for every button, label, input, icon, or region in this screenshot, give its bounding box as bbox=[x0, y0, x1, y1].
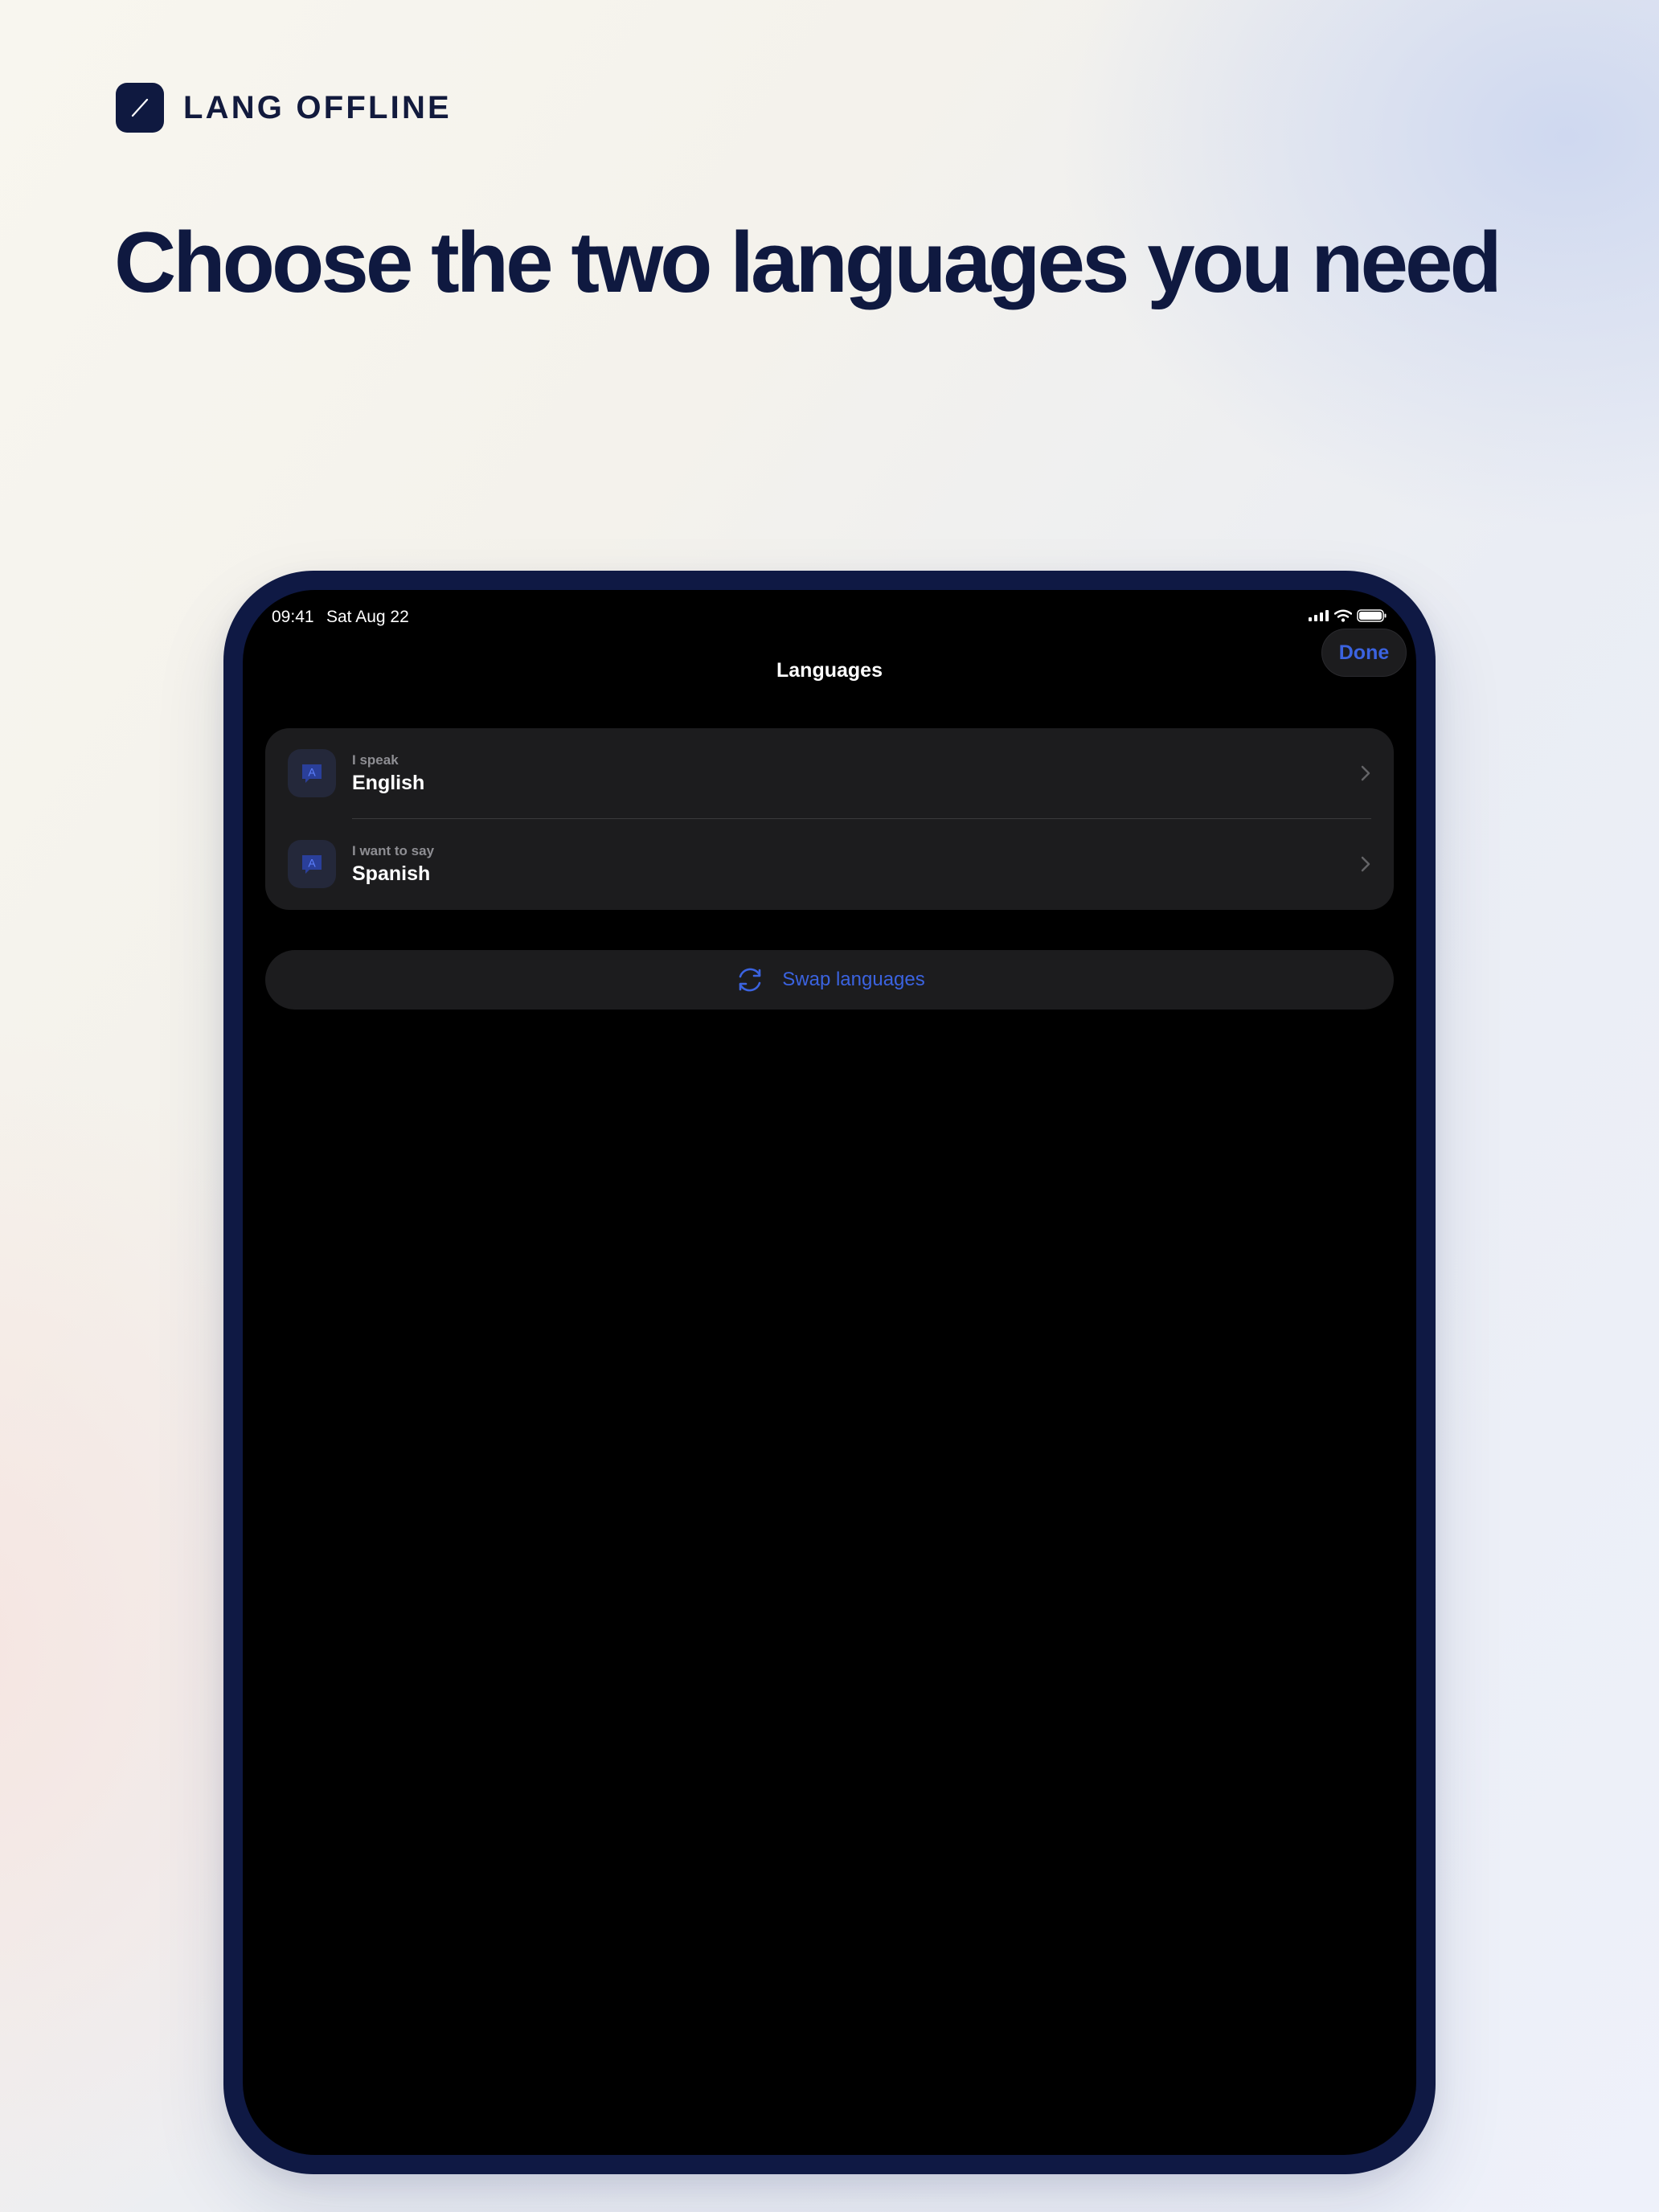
status-time: 09:41 bbox=[272, 608, 314, 626]
source-language-row[interactable]: A I speak English bbox=[265, 728, 1394, 819]
svg-text:A: A bbox=[308, 766, 316, 779]
device-screen: 09:41 Sat Aug 22 Languages Done A I spea… bbox=[243, 590, 1416, 2155]
svg-text:A: A bbox=[308, 857, 316, 870]
swap-arrows-icon bbox=[739, 968, 761, 992]
translate-bubble-icon: A bbox=[288, 840, 336, 888]
battery-icon bbox=[1357, 609, 1387, 622]
swap-languages-label: Swap languages bbox=[782, 969, 925, 990]
swap-languages-button[interactable]: Swap languages bbox=[265, 950, 1394, 1010]
source-language-value: English bbox=[352, 772, 425, 794]
source-language-caption: I speak bbox=[352, 752, 399, 768]
chevron-right-icon bbox=[1361, 856, 1370, 872]
cellular-signal-icon bbox=[1309, 610, 1329, 621]
device-frame: 09:41 Sat Aug 22 Languages Done A I spea… bbox=[223, 571, 1436, 2174]
nav-title: Languages bbox=[776, 659, 883, 682]
app-logo-icon bbox=[116, 83, 164, 133]
translate-bubble-icon: A bbox=[288, 749, 336, 797]
brand-header: LANG OFFLINE bbox=[116, 83, 452, 133]
language-selection-card: A I speak English A I want to say Spanis… bbox=[265, 728, 1394, 910]
status-date: Sat Aug 22 bbox=[326, 608, 409, 626]
done-button[interactable]: Done bbox=[1321, 629, 1407, 677]
target-language-caption: I want to say bbox=[352, 843, 435, 858]
wifi-icon bbox=[1334, 609, 1352, 622]
chevron-right-icon bbox=[1361, 765, 1370, 781]
target-language-row[interactable]: A I want to say Spanish bbox=[265, 819, 1394, 910]
status-bar: 09:41 Sat Aug 22 bbox=[243, 590, 1416, 638]
page-headline: Choose the two languages you need bbox=[114, 214, 1502, 310]
target-language-value: Spanish bbox=[352, 862, 431, 885]
status-icons bbox=[1309, 609, 1387, 622]
brand-name: LANG OFFLINE bbox=[183, 90, 452, 125]
